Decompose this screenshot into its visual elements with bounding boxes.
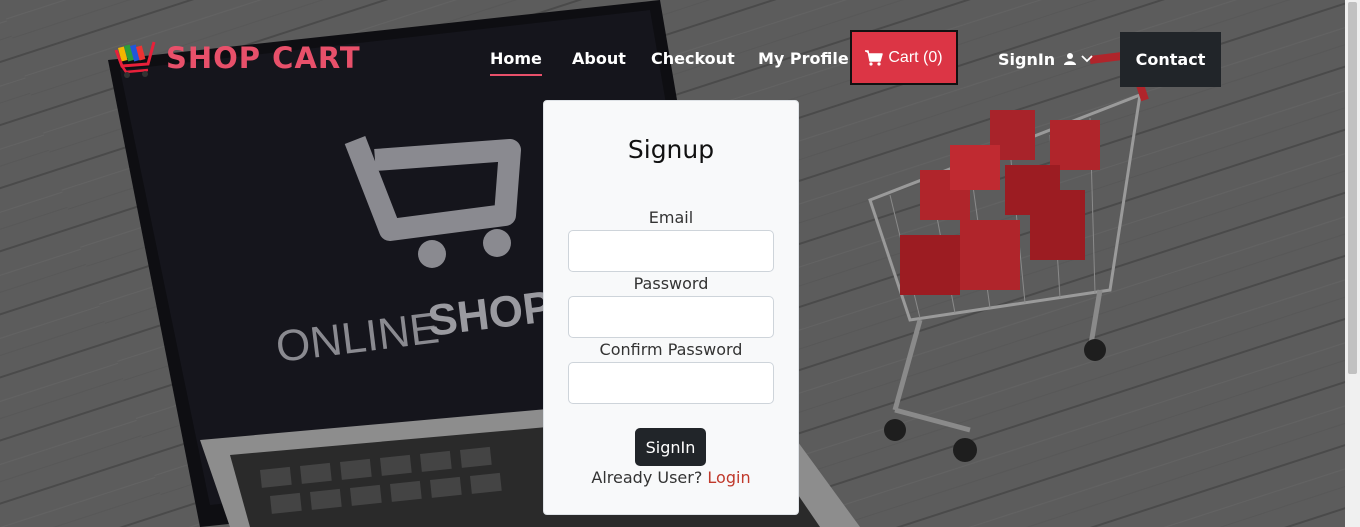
confirm-password-label: Confirm Password [599, 340, 743, 359]
login-link[interactable]: Login [707, 468, 750, 487]
already-user-text: Already User? [591, 468, 703, 487]
brand-name: SHOP CART [166, 41, 361, 75]
signin-button[interactable]: SignIn [635, 428, 706, 466]
page-scrollbar[interactable] [1345, 0, 1360, 527]
signup-card: Signup Email Password Confirm Password S… [543, 100, 799, 515]
user-icon [1064, 53, 1077, 65]
cart-label: Cart (0) [888, 48, 943, 66]
chevron-down-icon [1081, 55, 1093, 63]
shopping-cart-logo-icon [114, 41, 156, 78]
signup-title: Signup [627, 135, 715, 164]
email-field[interactable] [568, 230, 774, 272]
scrollbar-thumb[interactable] [1348, 2, 1357, 374]
nav-my-profile[interactable]: My Profile [758, 30, 849, 88]
password-label: Password [633, 274, 709, 293]
contact-button[interactable]: Contact [1120, 32, 1221, 87]
email-label: Email [648, 208, 694, 227]
cart-button[interactable]: Cart (0) [850, 30, 958, 85]
nav-signin-dropdown[interactable]: SignIn [998, 30, 1093, 88]
nav-home[interactable]: Home [490, 30, 542, 88]
shopping-cart-icon [865, 49, 884, 66]
password-field[interactable] [568, 296, 774, 338]
confirm-password-field[interactable] [568, 362, 774, 404]
nav-checkout[interactable]: Checkout [651, 30, 735, 88]
brand[interactable]: SHOP CART [110, 36, 361, 80]
nav-signin-label: SignIn [998, 49, 1056, 69]
already-user-line: Already User? Login [544, 468, 798, 487]
nav-about[interactable]: About [572, 30, 626, 88]
